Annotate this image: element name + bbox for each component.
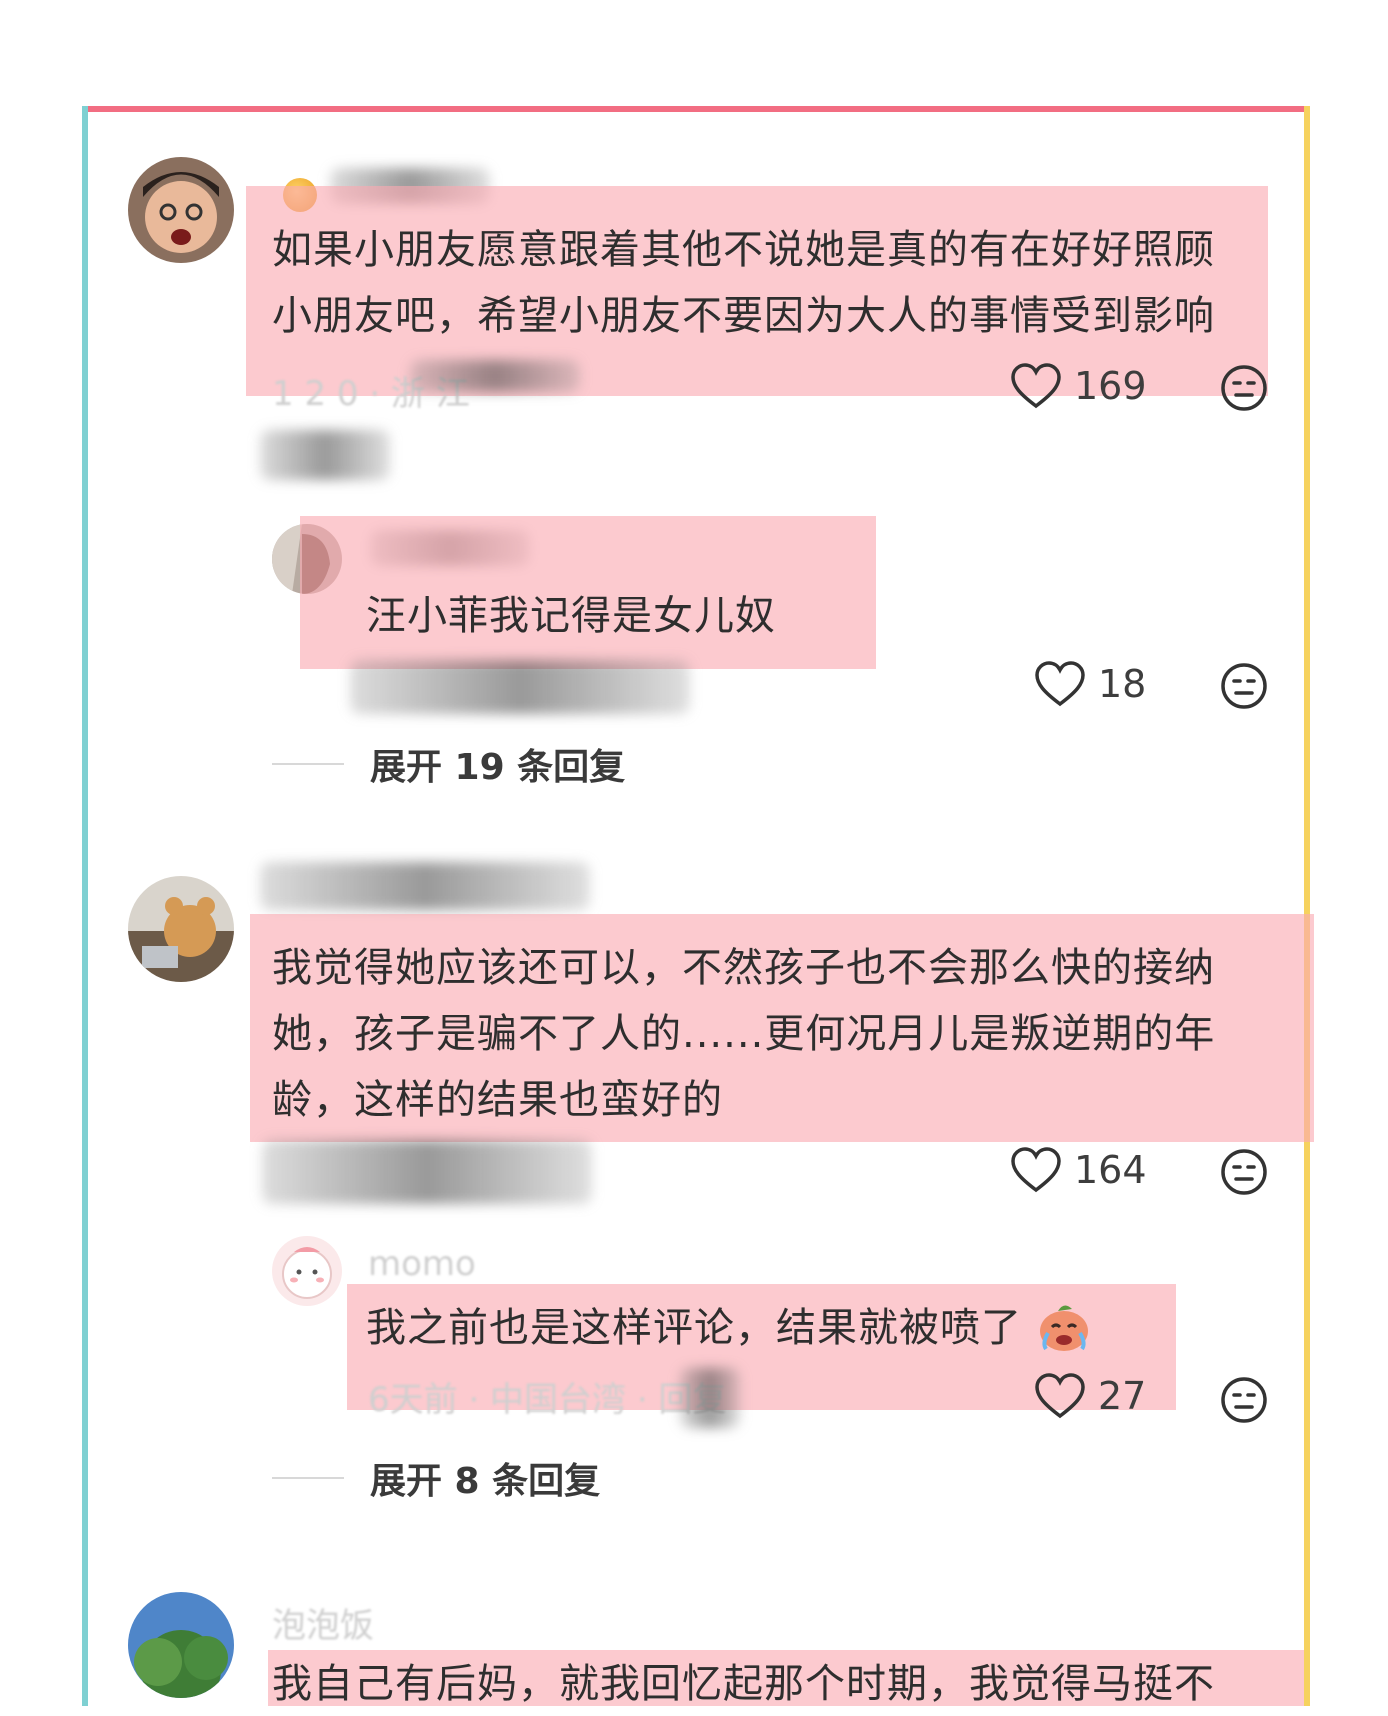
like-button[interactable]: 27 xyxy=(1034,1372,1146,1420)
username-blurred xyxy=(260,862,590,910)
frame-top-border xyxy=(82,106,1310,112)
heart-outline-icon xyxy=(1011,363,1061,409)
expand-replies-button[interactable]: 展开 8 条回复 xyxy=(272,1452,600,1504)
neutral-face-icon[interactable] xyxy=(1220,1376,1268,1424)
expand-label: 展开 8 条回复 xyxy=(370,1461,601,1502)
avatar[interactable] xyxy=(128,1592,234,1698)
comment-meta-blurred xyxy=(410,360,580,392)
reply-meta-blurred xyxy=(680,1368,740,1428)
comment-text: 小朋友吧，希望小朋友不要因为大人的事情受到影响 xyxy=(272,293,1215,339)
heart-outline-icon xyxy=(1035,661,1085,707)
username: 泡泡饭 xyxy=(272,1606,374,1646)
reply-link-blurred xyxy=(260,430,390,480)
comment-meta-blurred xyxy=(262,1140,592,1204)
frame-left-border xyxy=(82,106,88,1706)
reply-meta: 6天前 · 中国台湾 · 回复 xyxy=(368,1380,727,1420)
frame-right-border xyxy=(1304,106,1310,1706)
reply-meta-blurred xyxy=(350,660,690,714)
reply-username: momo xyxy=(368,1244,476,1284)
comment-text: 我自己有后妈，就我回忆起那个时期，我觉得马挺不 xyxy=(272,1661,1215,1707)
comment-text: 龄，这样的结果也蛮好的 xyxy=(272,1077,723,1123)
like-count: 169 xyxy=(1074,364,1147,408)
reply-text-content: 我之前也是这样评论，结果就被喷了 xyxy=(366,1305,1022,1351)
comment-text: 我觉得她应该还可以，不然孩子也不会那么快的接纳 xyxy=(272,945,1215,991)
reply-text: 我之前也是这样评论，结果就被喷了 xyxy=(366,1296,1092,1360)
neutral-face-icon[interactable] xyxy=(1220,364,1268,412)
neutral-face-icon[interactable] xyxy=(1220,1148,1268,1196)
like-count: 164 xyxy=(1074,1148,1147,1192)
neutral-face-icon[interactable] xyxy=(1220,662,1268,710)
like-button[interactable]: 18 xyxy=(1034,660,1146,708)
like-button[interactable]: 169 xyxy=(1010,362,1147,410)
comment-text: 她，孩子是骗不了人的......更何况月儿是叛逆期的年 xyxy=(272,1011,1216,1057)
heart-outline-icon xyxy=(1011,1147,1061,1193)
reply-avatar[interactable] xyxy=(272,1236,342,1306)
expand-replies-button[interactable]: 展开 19 条回复 xyxy=(272,738,625,790)
reply-text: 汪小菲我记得是女儿奴 xyxy=(366,593,776,639)
crying-emoji-icon xyxy=(1039,1305,1088,1351)
like-count: 27 xyxy=(1098,1374,1147,1418)
expand-label: 展开 19 条回复 xyxy=(370,747,626,788)
avatar[interactable] xyxy=(128,876,234,982)
divider xyxy=(272,763,344,765)
comment-text: 如果小朋友愿意跟着其他不说她是真的有在好好照顾 xyxy=(272,227,1215,273)
avatar[interactable] xyxy=(128,157,234,263)
heart-outline-icon xyxy=(1035,1373,1085,1419)
divider xyxy=(272,1477,344,1479)
like-count: 18 xyxy=(1098,662,1147,706)
like-button[interactable]: 164 xyxy=(1010,1146,1147,1194)
